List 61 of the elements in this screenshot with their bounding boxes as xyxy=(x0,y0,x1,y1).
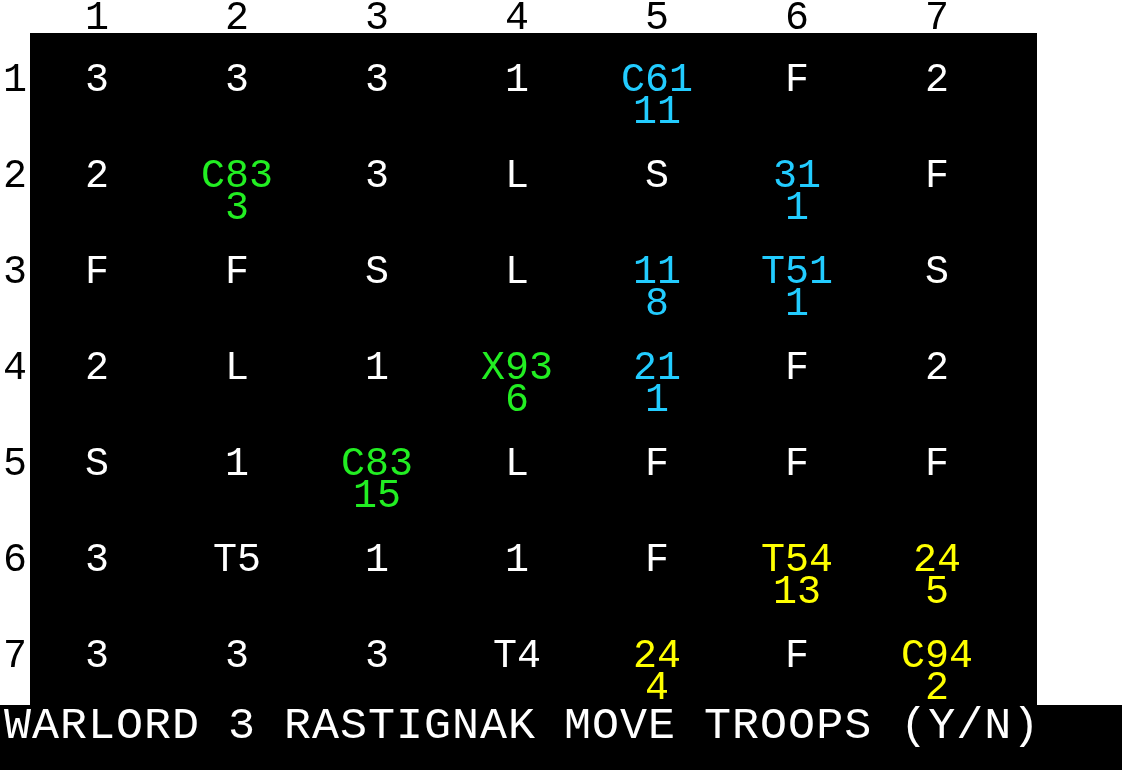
map-cell: S xyxy=(645,161,669,193)
map-cell: S xyxy=(365,257,389,289)
map-cell: 3 xyxy=(365,65,389,97)
map-cell: 3 xyxy=(365,161,389,193)
map-cell: F xyxy=(785,449,809,481)
column-number: 3 xyxy=(365,2,389,35)
column-number: 4 xyxy=(505,2,529,35)
map-cell: 21 1 xyxy=(633,353,681,417)
column-number: 7 xyxy=(925,2,949,35)
map-cell: S xyxy=(925,257,949,289)
map-cell: F xyxy=(85,257,109,289)
map-cell: L xyxy=(505,449,529,481)
column-number: 2 xyxy=(225,2,249,35)
map-cell: F xyxy=(925,449,949,481)
map-cell: 1 xyxy=(225,449,249,481)
map-cell: 3 xyxy=(85,641,109,673)
map-cell: 31 1 xyxy=(773,161,821,225)
map-cell: C83 3 xyxy=(201,161,273,225)
row-number: 5 xyxy=(3,449,27,481)
map-cell: 3 xyxy=(225,65,249,97)
map-cell: F xyxy=(785,65,809,97)
column-number: 1 xyxy=(85,2,109,35)
map-cell: X93 6 xyxy=(481,353,553,417)
map-cell: 1 xyxy=(365,353,389,385)
map-cell: F xyxy=(925,161,949,193)
map-cell: C61 11 xyxy=(621,65,693,129)
map-cell: 2 xyxy=(925,353,949,385)
row-number: 3 xyxy=(3,257,27,289)
map-cell: 1 xyxy=(505,65,529,97)
row-number: 4 xyxy=(3,353,27,385)
row-number: 1 xyxy=(3,65,27,97)
map-cell: 1 xyxy=(365,545,389,577)
column-number: 5 xyxy=(645,2,669,35)
map-cell: S xyxy=(85,449,109,481)
map-cell: F xyxy=(785,353,809,385)
map-cell: 24 5 xyxy=(913,545,961,609)
map-cell: T4 xyxy=(493,641,541,673)
map-cell: T54 13 xyxy=(761,545,833,609)
map-cell: F xyxy=(225,257,249,289)
map-cell: 2 xyxy=(85,161,109,193)
map-cell: 3 xyxy=(225,641,249,673)
row-number: 7 xyxy=(3,641,27,673)
map-cell: L xyxy=(505,257,529,289)
map-cell: 3 xyxy=(85,65,109,97)
row-number: 2 xyxy=(3,161,27,193)
map-cell: C83 15 xyxy=(341,449,413,513)
map-cell: F xyxy=(645,545,669,577)
map-cell: 1 xyxy=(505,545,529,577)
map-cell: 2 xyxy=(85,353,109,385)
map-cell: 3 xyxy=(365,641,389,673)
map-cell: L xyxy=(505,161,529,193)
map-cell: F xyxy=(645,449,669,481)
map-cell: 3 xyxy=(85,545,109,577)
map-cell: T5 xyxy=(213,545,261,577)
map-cell: L xyxy=(225,353,249,385)
map-cell: 11 8 xyxy=(633,257,681,321)
map-cell: 2 xyxy=(925,65,949,97)
map-cell: F xyxy=(785,641,809,673)
row-number: 6 xyxy=(3,545,27,577)
column-number: 6 xyxy=(785,2,809,35)
map-cell: T51 1 xyxy=(761,257,833,321)
